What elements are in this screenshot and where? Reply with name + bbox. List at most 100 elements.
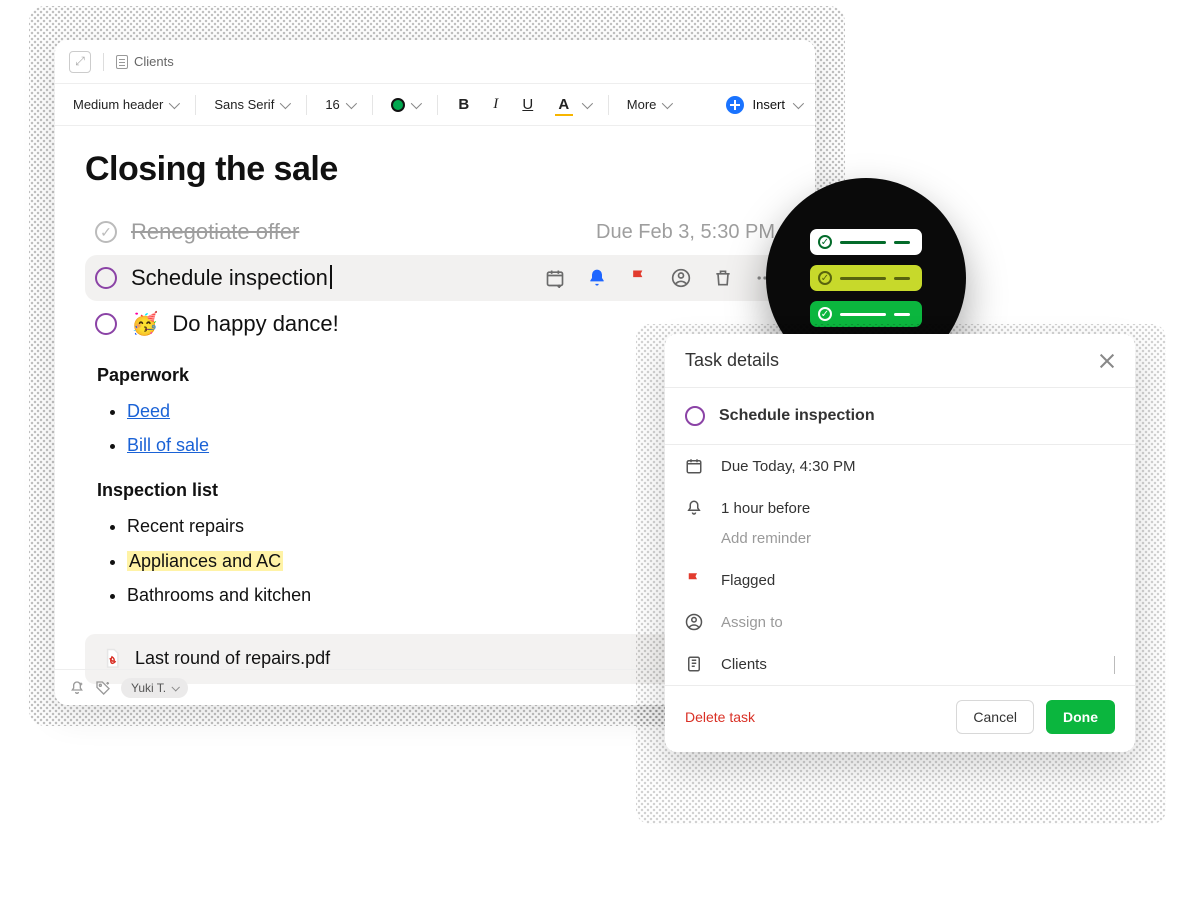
check-icon <box>818 307 832 321</box>
done-button[interactable]: Done <box>1046 700 1115 734</box>
bar-icon <box>840 277 886 280</box>
font-size-label: 16 <box>325 97 339 112</box>
notebook-icon <box>116 55 128 69</box>
task-row-completed[interactable]: Renegotiate offer Due Feb 3, 5:30 PM <box>85 209 785 255</box>
reminder-row[interactable]: 1 hour before <box>665 487 1135 529</box>
panel-header: Task details <box>665 334 1135 387</box>
task-row-active[interactable]: Schedule inspection <box>85 255 785 301</box>
app-icon[interactable]: ⤢ <box>69 51 91 73</box>
add-reminder-row[interactable]: Add reminder <box>665 529 1135 559</box>
chevron-down-icon <box>346 97 357 108</box>
bar-icon <box>894 277 910 280</box>
bell-icon[interactable] <box>587 268 607 288</box>
link-deed[interactable]: Deed <box>127 401 170 421</box>
format-toolbar: Medium header Sans Serif 16 B I U A More <box>55 84 815 126</box>
chevron-down-icon <box>662 97 673 108</box>
more-label: More <box>627 97 657 112</box>
page-title: Closing the sale <box>85 150 785 189</box>
check-icon <box>818 235 832 249</box>
bell-add-icon[interactable] <box>69 680 85 696</box>
assign-text: Assign to <box>721 614 783 631</box>
paragraph-style-select[interactable]: Medium header <box>69 93 181 116</box>
flag-icon[interactable] <box>629 268 649 288</box>
bar-icon <box>840 241 886 244</box>
trash-icon[interactable] <box>713 268 733 288</box>
task-checkbox[interactable] <box>95 221 117 243</box>
task-label: Schedule inspection <box>131 265 332 291</box>
assign-icon[interactable] <box>671 268 691 288</box>
font-size-select[interactable]: 16 <box>321 93 357 116</box>
delete-task-button[interactable]: Delete task <box>685 709 755 725</box>
highlight-color-select[interactable] <box>387 94 423 116</box>
separator <box>372 95 373 115</box>
user-name: Yuki T. <box>131 681 166 695</box>
task-checkbox[interactable] <box>95 313 117 335</box>
pdf-icon <box>103 648 121 670</box>
item-text: Bathrooms and kitchen <box>127 585 311 605</box>
insert-button[interactable]: Insert <box>726 96 801 114</box>
notebook-row[interactable]: Clients <box>665 643 1135 685</box>
app-bar: ⤢ Clients <box>55 40 815 84</box>
paragraph-style-label: Medium header <box>73 97 163 112</box>
separator <box>437 95 438 115</box>
item-text: Recent repairs <box>127 516 244 536</box>
flag-text: Flagged <box>721 572 775 589</box>
cancel-button[interactable]: Cancel <box>956 700 1034 734</box>
panel-title: Task details <box>685 350 779 371</box>
task-checkbox[interactable] <box>685 406 705 426</box>
flag-icon <box>685 571 703 589</box>
bar-icon <box>894 241 910 244</box>
user-chip[interactable]: Yuki T. <box>121 678 188 698</box>
close-icon[interactable] <box>1099 353 1115 369</box>
attachment-name: Last round of repairs.pdf <box>135 648 330 669</box>
panel-task-row: Schedule inspection <box>665 388 1135 444</box>
task-label: Do happy dance! <box>172 311 338 337</box>
task-checkbox[interactable] <box>95 267 117 289</box>
notebook-icon <box>685 655 703 673</box>
bell-icon <box>685 499 703 517</box>
party-emoji-icon: 🥳 <box>131 311 158 337</box>
check-icon <box>818 271 832 285</box>
task-details-panel: Task details Schedule inspection Due Tod… <box>665 334 1135 752</box>
underline-button[interactable]: U <box>516 94 540 115</box>
bold-button[interactable]: B <box>452 94 476 115</box>
breadcrumb[interactable]: Clients <box>116 54 174 69</box>
separator <box>608 95 609 115</box>
task-actions <box>545 268 775 288</box>
due-row[interactable]: Due Today, 4:30 PM <box>665 445 1135 487</box>
more-format-select[interactable]: More <box>623 93 675 116</box>
insert-label: Insert <box>752 97 785 112</box>
tag-add-icon[interactable] <box>95 680 111 696</box>
font-family-select[interactable]: Sans Serif <box>210 93 292 116</box>
assign-row[interactable]: Assign to <box>665 601 1135 643</box>
chevron-down-icon <box>280 97 291 108</box>
flag-row[interactable]: Flagged <box>665 559 1135 601</box>
badge-strip <box>810 229 922 255</box>
font-color-icon: A <box>552 94 576 115</box>
link-bill-of-sale[interactable]: Bill of sale <box>127 435 209 455</box>
calendar-icon <box>685 457 703 475</box>
task-label: Renegotiate offer <box>131 219 299 245</box>
color-swatch-icon <box>391 98 405 112</box>
bar-icon <box>894 313 910 316</box>
reminder-text: 1 hour before <box>721 500 810 517</box>
italic-button[interactable]: I <box>484 94 508 115</box>
task-due: Due Feb 3, 5:30 PM <box>596 221 775 244</box>
panel-task-name: Schedule inspection <box>719 407 875 425</box>
separator <box>195 95 196 115</box>
assign-icon <box>685 613 703 631</box>
chevron-down-icon <box>169 97 180 108</box>
notebook-text: Clients <box>721 656 767 673</box>
chevron-down-icon <box>582 97 593 108</box>
plus-icon <box>726 96 744 114</box>
font-family-label: Sans Serif <box>214 97 274 112</box>
chevron-down-icon <box>411 97 422 108</box>
bar-icon <box>840 313 886 316</box>
separator <box>103 53 104 71</box>
calendar-icon[interactable] <box>545 268 565 288</box>
chevron-down-icon <box>793 97 804 108</box>
panel-footer: Delete task Cancel Done <box>665 686 1135 752</box>
item-text-highlighted: Appliances and AC <box>127 551 283 571</box>
font-color-select[interactable]: A <box>548 90 594 119</box>
due-text: Due Today, 4:30 PM <box>721 458 856 475</box>
